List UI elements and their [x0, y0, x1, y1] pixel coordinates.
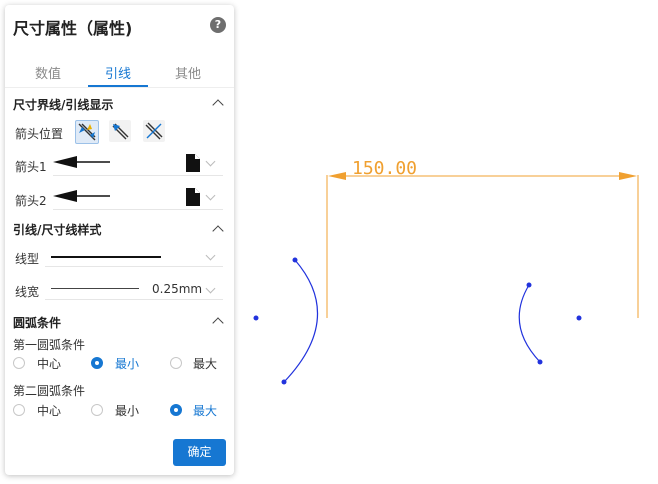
arrow2-select-underline [53, 209, 223, 210]
collapse-line-style-icon[interactable] [212, 225, 224, 237]
dimension-arrow-right [619, 172, 637, 180]
arrow1-dropdown-chevron-icon[interactable] [205, 156, 216, 167]
arrow1-style-preview[interactable] [53, 155, 111, 169]
line-width-dropdown-chevron-icon[interactable] [205, 283, 216, 294]
arrow2-style-preview[interactable] [53, 189, 111, 203]
collapse-lead-display-icon[interactable] [212, 99, 224, 111]
tab-divider [5, 87, 234, 88]
line-type-dropdown-chevron-icon[interactable] [205, 250, 216, 261]
arrows-inside-icon[interactable] [75, 120, 99, 144]
first-arc-min-label: 最小 [115, 357, 140, 371]
second-arc-radio-max[interactable] [170, 404, 182, 416]
first-arc-condition-label: 第一圆弧条件 [13, 338, 86, 352]
arc-right-end-bottom[interactable] [537, 359, 543, 365]
arrow2-label: 箭头2 [15, 194, 47, 208]
help-icon[interactable]: ? [210, 17, 226, 33]
second-arc-min-label: 最小 [115, 404, 140, 418]
line-width-label: 线宽 [15, 285, 40, 299]
arc-left [283, 259, 319, 383]
arrow1-select-underline [53, 175, 223, 176]
section-lead-display-title: 尺寸界线/引线显示 [13, 98, 114, 112]
section-arc-condition-title: 圆弧条件 [13, 316, 62, 330]
tab-bar: 数值 引线 其他 [5, 63, 234, 87]
second-arc-radio-center[interactable] [13, 404, 25, 416]
arc-left-end-top[interactable] [292, 257, 298, 263]
arrow1-file-icon[interactable] [186, 154, 200, 172]
second-arc-center-label: 中心 [37, 404, 62, 418]
collapse-arc-condition-icon[interactable] [212, 317, 224, 329]
arc-left-end-bottom[interactable] [281, 379, 287, 385]
arc-right [518, 284, 541, 363]
first-arc-radio-max[interactable] [170, 357, 182, 369]
dimension-properties-panel: 尺寸属性（属性) ? 数值 引线 其他 尺寸界线/引线显示 箭头位置 箭头1 箭… [5, 5, 234, 475]
tab-other[interactable]: 其他 [158, 63, 218, 82]
dimension-arrow-left [328, 172, 346, 180]
ok-button[interactable]: 确定 [173, 439, 226, 466]
arrow2-dropdown-chevron-icon[interactable] [205, 190, 216, 201]
arrow-position-label: 箭头位置 [15, 127, 64, 141]
arc-left-center[interactable] [253, 315, 259, 321]
line-width-value: 0.25mm [152, 282, 203, 296]
arrows-outside-icon[interactable] [109, 120, 131, 142]
second-arc-radio-min[interactable] [91, 404, 103, 416]
arrows-cross-icon[interactable] [143, 120, 165, 142]
first-arc-center-label: 中心 [37, 357, 62, 371]
section-line-style-title: 引线/尺寸线样式 [13, 223, 102, 237]
tab-leader[interactable]: 引线 [88, 63, 148, 82]
first-arc-radio-center[interactable] [13, 357, 25, 369]
first-arc-max-label: 最大 [193, 357, 218, 371]
panel-title: 尺寸属性（属性) [13, 19, 133, 38]
arrow2-file-icon[interactable] [186, 188, 200, 206]
tab-values[interactable]: 数值 [18, 63, 78, 82]
line-type-preview[interactable] [51, 256, 161, 258]
line-width-preview[interactable] [51, 288, 139, 289]
arc-right-center[interactable] [576, 315, 582, 321]
dimension-text: 150.00 [352, 158, 417, 179]
second-arc-condition-label: 第二圆弧条件 [13, 384, 86, 398]
line-type-label: 线型 [15, 252, 40, 266]
first-arc-radio-min[interactable] [91, 357, 103, 369]
arrow1-label: 箭头1 [15, 160, 47, 174]
line-width-select-underline [45, 299, 223, 300]
arc-right-end-top[interactable] [526, 282, 532, 288]
second-arc-max-label: 最大 [193, 404, 218, 418]
line-type-select-underline [45, 266, 223, 267]
